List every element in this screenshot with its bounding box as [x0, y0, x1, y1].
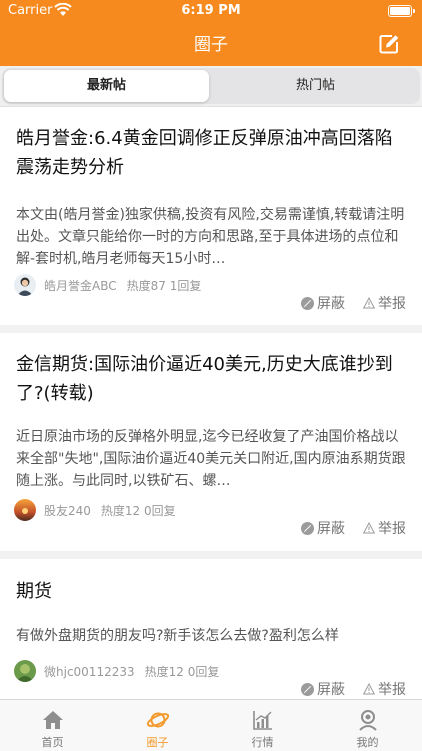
- warning-icon: [363, 683, 375, 695]
- post-meta: 皓月誉金ABC 热度87 1回复: [14, 273, 201, 297]
- post-feed[interactable]: 皓月誉金:6.4黄金回调修正反弹原油冲高回落陷震荡走势分析 本文由(皓月誉金)独…: [0, 107, 422, 699]
- warning-icon: [363, 297, 375, 309]
- clock: 6:19 PM: [181, 3, 241, 18]
- post-actions: 屏蔽 举报: [283, 679, 406, 699]
- tab-circle[interactable]: 圈子: [105, 700, 210, 751]
- post-stats: 热度12 0回复: [144, 664, 220, 679]
- report-button[interactable]: 举报: [363, 293, 406, 313]
- post-stats: 热度87 1回复: [126, 278, 202, 293]
- author-name[interactable]: 微hjc00112233: [44, 663, 135, 680]
- block-button[interactable]: 屏蔽: [301, 293, 345, 313]
- tab-profile[interactable]: 我的: [315, 700, 420, 751]
- home-icon: [43, 711, 63, 729]
- tab-latest-posts[interactable]: 最新帖: [4, 70, 209, 102]
- tab-profile-label: 我的: [356, 736, 379, 749]
- post-actions: 屏蔽 举报: [283, 518, 406, 538]
- block-label: 屏蔽: [317, 521, 345, 537]
- block-icon: [301, 521, 314, 535]
- post-actions: 屏蔽 举报: [283, 293, 406, 313]
- block-icon: [301, 296, 314, 310]
- tab-home-label: 首页: [41, 736, 64, 749]
- block-icon: [301, 682, 314, 696]
- post-meta: 微hjc00112233 热度12 0回复: [14, 659, 219, 683]
- tab-circle-label: 圈子: [146, 736, 169, 749]
- block-label: 屏蔽: [317, 682, 345, 698]
- post-title[interactable]: 期货: [16, 577, 408, 606]
- avatar[interactable]: [14, 660, 36, 682]
- battery-icon: [388, 5, 415, 17]
- report-button[interactable]: 举报: [363, 518, 406, 538]
- report-label: 举报: [378, 521, 406, 537]
- post-title[interactable]: 皓月誉金:6.4黄金回调修正反弹原油冲高回落陷震荡走势分析: [16, 124, 408, 182]
- edit-icon[interactable]: [378, 33, 400, 55]
- tab-market-label: 行情: [251, 736, 274, 749]
- post-card[interactable]: 期货 有做外盘期货的朋友吗?新手该怎么去做?盈利怎么样 微hjc00112233…: [0, 559, 422, 699]
- avatar[interactable]: [14, 499, 36, 521]
- author-name[interactable]: 股友240: [44, 502, 91, 519]
- page-title: 圈子: [194, 35, 228, 55]
- tab-bar: 首页 圈子 行情 我的: [0, 699, 422, 751]
- tab-market[interactable]: 行情: [210, 700, 315, 751]
- author-name[interactable]: 皓月誉金ABC: [44, 277, 117, 294]
- post-card[interactable]: 皓月誉金:6.4黄金回调修正反弹原油冲高回落陷震荡走势分析 本文由(皓月誉金)独…: [0, 107, 422, 325]
- block-button[interactable]: 屏蔽: [301, 518, 345, 538]
- post-title[interactable]: 金信期货:国际油价逼近40美元,历史大底谁抄到了?(转载): [16, 350, 408, 408]
- post-card[interactable]: 金信期货:国际油价逼近40美元,历史大底谁抄到了?(转载) 近日原油市场的反弹格…: [0, 333, 422, 551]
- report-label: 举报: [378, 682, 406, 698]
- avatar[interactable]: [14, 274, 36, 296]
- status-bar: Carrier 6:19 PM: [0, 0, 422, 22]
- planet-icon: [146, 712, 170, 728]
- post-excerpt: 近日原油市场的反弹格外明显,迄今已经收复了产油国价格战以来全部"失地",国际油价…: [16, 429, 406, 489]
- block-label: 屏蔽: [317, 296, 345, 312]
- segmented-control: 最新帖 热门帖: [0, 66, 422, 107]
- tab-home[interactable]: 首页: [0, 700, 105, 751]
- tab-hot-posts[interactable]: 热门帖: [213, 70, 418, 102]
- block-button[interactable]: 屏蔽: [301, 679, 345, 699]
- report-label: 举报: [378, 296, 406, 312]
- nav-header: Carrier 6:19 PM 圈子: [0, 0, 422, 66]
- profile-icon: [359, 710, 377, 731]
- warning-icon: [363, 522, 375, 534]
- chart-icon: [253, 711, 272, 730]
- post-excerpt: 有做外盘期货的朋友吗?新手该怎么去做?盈利怎么样: [16, 628, 339, 644]
- post-excerpt: 本文由(皓月誉金)独家供稿,投资有风险,交易需谨慎,转载请注明出处。文章只能给你…: [16, 207, 405, 267]
- report-button[interactable]: 举报: [363, 679, 406, 699]
- post-stats: 热度12 0回复: [100, 503, 176, 518]
- segment-track: 最新帖 热门帖: [2, 68, 420, 104]
- post-meta: 股友240 热度12 0回复: [14, 498, 176, 522]
